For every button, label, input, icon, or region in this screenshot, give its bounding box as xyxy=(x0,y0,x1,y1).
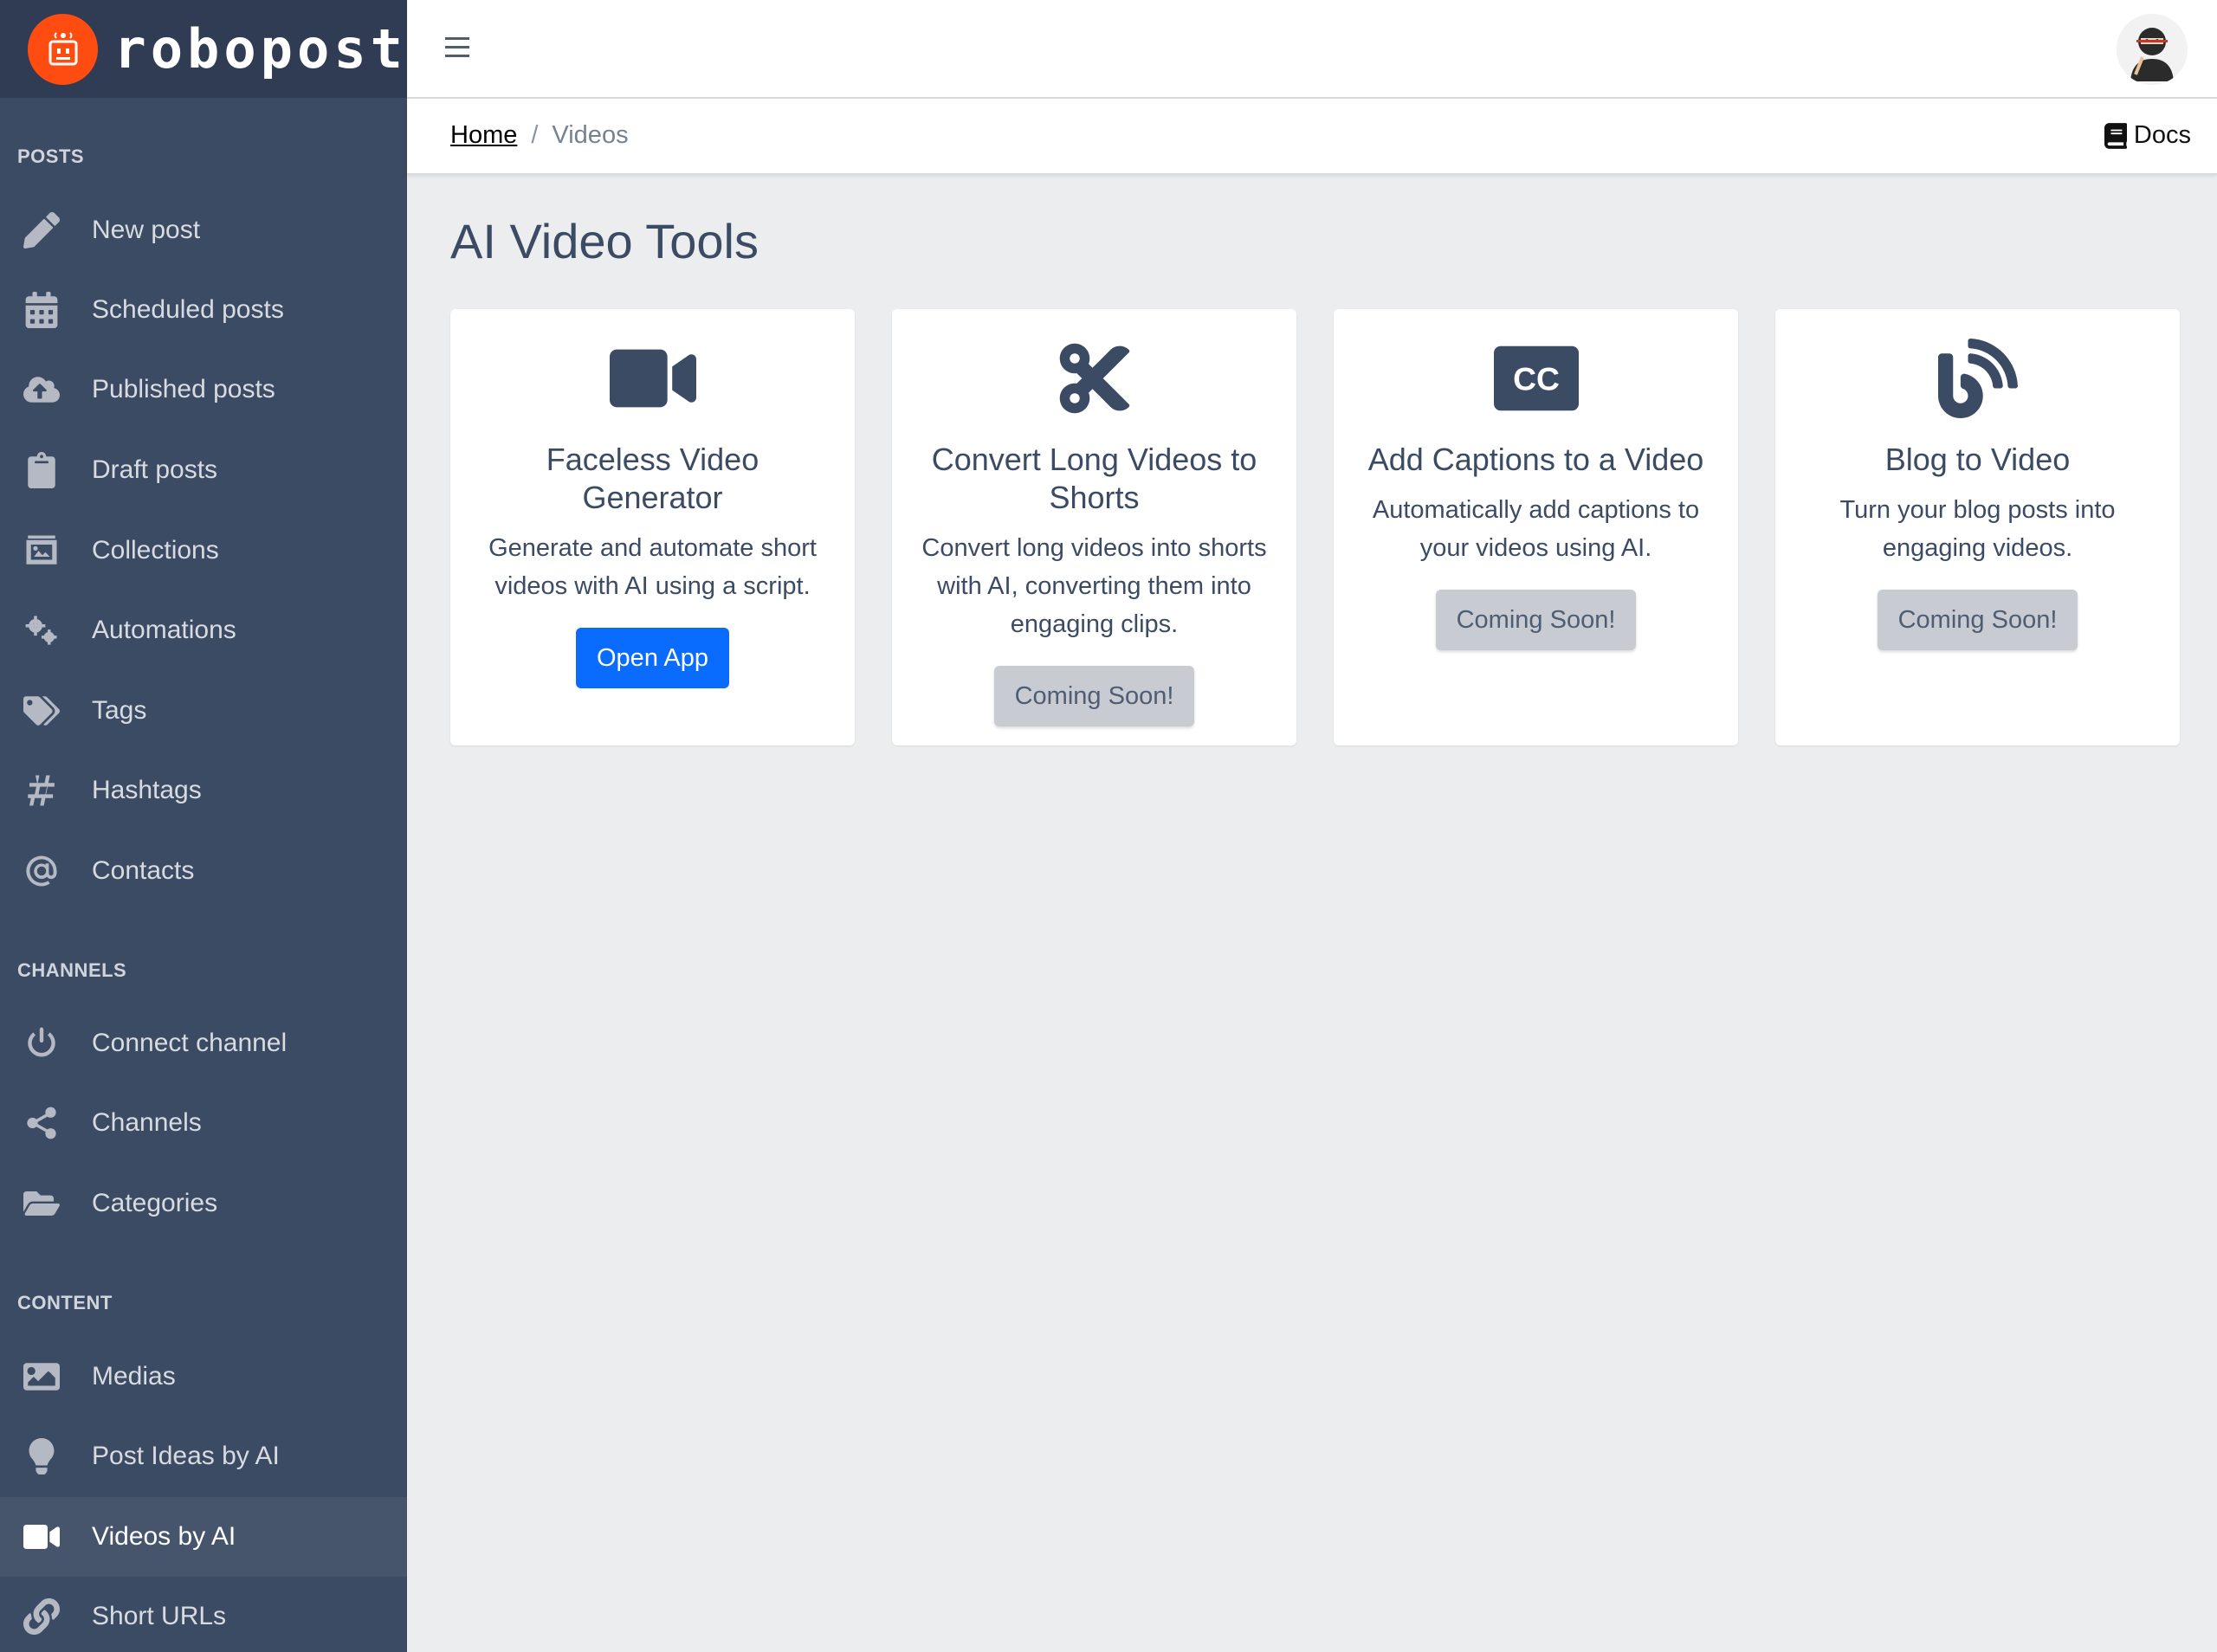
image-icon xyxy=(19,1354,64,1399)
power-icon xyxy=(19,1021,64,1066)
card-description: Turn your blog posts into engaging video… xyxy=(1839,496,2116,562)
coming-soon-button[interactable]: Coming Soon! xyxy=(1877,590,2078,650)
sidebar: robopost POSTS New post Scheduled posts … xyxy=(0,0,407,1652)
top-header xyxy=(407,0,2217,99)
blog-icon xyxy=(1775,335,2180,422)
pencil-icon xyxy=(19,208,64,253)
card-description: Generate and automate short videos with … xyxy=(488,534,817,600)
closed-captioning-icon: CC xyxy=(1334,335,1738,422)
hashtag-icon xyxy=(19,768,64,813)
cogs-icon xyxy=(19,608,64,653)
folder-open-icon xyxy=(19,1181,64,1226)
tool-card-blog-to-video: Blog to Video Turn your blog posts into … xyxy=(1775,309,2180,745)
sidebar-item-label: Automations xyxy=(92,616,236,644)
breadcrumb-home-link[interactable]: Home xyxy=(450,121,517,150)
sidebar-item-draft-posts[interactable]: Draft posts xyxy=(0,430,407,510)
sidebar-item-label: Categories xyxy=(92,1189,218,1217)
sidebar-item-label: Scheduled posts xyxy=(92,295,284,324)
breadcrumb-separator: / xyxy=(531,121,539,149)
card-title: Convert Long Videos to Shorts xyxy=(931,442,1257,515)
sidebar-item-label: Videos by AI xyxy=(92,1522,236,1551)
docs-link[interactable]: Docs xyxy=(2104,121,2191,150)
sidebar-item-published-posts[interactable]: Published posts xyxy=(0,350,407,429)
nav-section-posts: POSTS xyxy=(17,145,85,167)
tags-icon xyxy=(19,688,64,733)
sidebar-item-videos-by-ai[interactable]: Videos by AI xyxy=(0,1497,407,1577)
video-icon xyxy=(19,1514,64,1559)
card-title: Add Captions to a Video xyxy=(1367,442,1704,477)
sidebar-item-contacts[interactable]: Contacts xyxy=(0,831,407,911)
nav-section-content: CONTENT xyxy=(17,1292,113,1313)
brand-name: robopost xyxy=(113,17,407,81)
nav-section-channels: CHANNELS xyxy=(17,959,127,981)
card-description: Automatically add captions to your video… xyxy=(1372,496,1700,562)
sidebar-item-label: Contacts xyxy=(92,856,195,885)
card-title: Blog to Video xyxy=(1884,442,2071,477)
coming-soon-button[interactable]: Coming Soon! xyxy=(993,666,1195,726)
sidebar-item-collections[interactable]: Collections xyxy=(0,511,407,590)
sidebar-item-new-post[interactable]: New post xyxy=(0,190,407,270)
at-icon xyxy=(19,849,64,894)
share-icon xyxy=(19,1100,64,1145)
video-camera-icon xyxy=(450,335,855,422)
docs-label: Docs xyxy=(2133,121,2191,149)
coming-soon-button[interactable]: Coming Soon! xyxy=(1435,590,1637,650)
sidebar-item-connect-channel[interactable]: Connect channel xyxy=(0,1003,407,1083)
breadcrumb-bar: Home / Videos Docs xyxy=(407,99,2217,175)
sidebar-item-hashtags[interactable]: Hashtags xyxy=(0,751,407,830)
sidebar-item-label: Hashtags xyxy=(92,776,202,804)
avatar[interactable] xyxy=(2117,14,2188,85)
page-title: AI Video Tools xyxy=(450,214,759,268)
brand[interactable]: robopost xyxy=(0,0,407,98)
sidebar-item-label: Draft posts xyxy=(92,455,218,484)
sidebar-item-label: New post xyxy=(92,216,201,244)
sidebar-item-short-urls[interactable]: Short URLs xyxy=(0,1577,407,1652)
cloud-upload-icon xyxy=(19,367,64,412)
sidebar-item-label: Published posts xyxy=(92,375,275,403)
sidebar-item-label: Connect channel xyxy=(92,1029,288,1057)
collection-icon xyxy=(19,528,64,573)
sidebar-item-scheduled-posts[interactable]: Scheduled posts xyxy=(0,270,407,350)
lightbulb-icon xyxy=(19,1434,64,1479)
calendar-icon xyxy=(19,287,64,332)
sidebar-item-tags[interactable]: Tags xyxy=(0,671,407,751)
sidebar-item-automations[interactable]: Automations xyxy=(0,590,407,670)
link-icon xyxy=(19,1594,64,1639)
clipboard-icon xyxy=(19,448,64,493)
sidebar-item-label: Tags xyxy=(92,696,147,725)
tool-card-add-captions: CC Add Captions to a Video Automatically… xyxy=(1334,309,1738,745)
open-app-button[interactable]: Open App xyxy=(576,628,729,688)
card-description: Convert long videos into shorts with AI,… xyxy=(921,534,1267,638)
breadcrumb: Home / Videos xyxy=(450,121,629,150)
scissors-icon xyxy=(892,335,1296,422)
robot-logo-icon xyxy=(28,13,99,85)
breadcrumb-current: Videos xyxy=(552,121,629,149)
sidebar-item-label: Collections xyxy=(92,536,219,565)
sidebar-item-label: Short URLs xyxy=(92,1602,227,1630)
tool-card-long-to-shorts: Convert Long Videos to Shorts Convert lo… xyxy=(892,309,1296,745)
hamburger-menu-icon[interactable] xyxy=(445,29,480,64)
svg-text:CC: CC xyxy=(1513,361,1560,397)
book-icon xyxy=(2104,122,2127,149)
sidebar-item-post-ideas[interactable]: Post Ideas by AI xyxy=(0,1416,407,1496)
sidebar-item-medias[interactable]: Medias xyxy=(0,1337,407,1416)
sidebar-item-categories[interactable]: Categories xyxy=(0,1164,407,1243)
tool-card-faceless-video: Faceless Video Generator Generate and au… xyxy=(450,309,855,745)
sidebar-item-label: Medias xyxy=(92,1362,176,1391)
sidebar-item-label: Post Ideas by AI xyxy=(92,1442,280,1470)
card-title: Faceless Video Generator xyxy=(546,442,759,515)
sidebar-item-label: Channels xyxy=(92,1108,202,1137)
sidebar-item-channels[interactable]: Channels xyxy=(0,1083,407,1163)
